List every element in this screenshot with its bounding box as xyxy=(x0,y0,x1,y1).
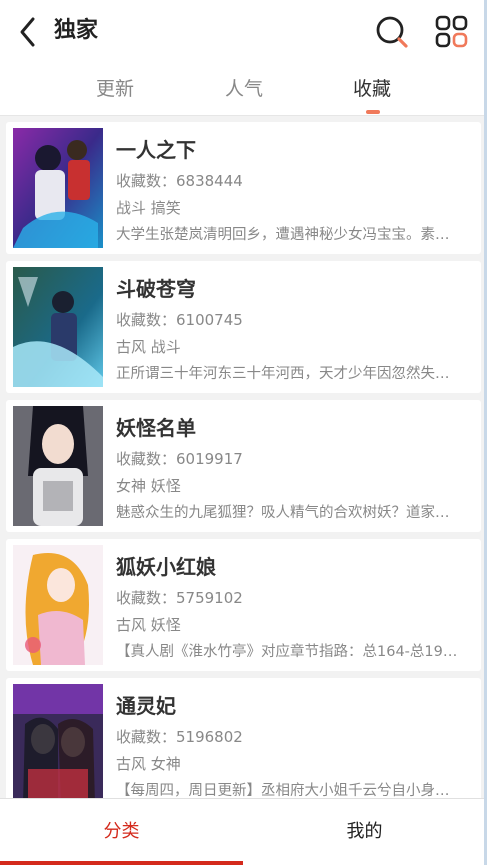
favorite-count: 收藏数：6100745 xyxy=(116,311,243,329)
favorite-count: 收藏数：5759102 xyxy=(116,589,243,607)
tab-popular[interactable]: 人气 xyxy=(204,76,284,102)
tab-updates[interactable]: 更新 xyxy=(75,76,155,102)
comic-description: 【每周四，周日更新】丞相府大小姐千云兮自小身… xyxy=(116,783,450,798)
comic-tags: 战斗 搞笑 xyxy=(116,199,181,217)
app-header: 独家 xyxy=(0,0,487,64)
comic-tags: 古风 战斗 xyxy=(116,338,181,356)
tab-favorites[interactable]: 收藏 xyxy=(332,76,412,102)
bottom-nav: 分类 我的 xyxy=(0,798,487,865)
active-nav-indicator xyxy=(0,861,243,865)
comic-tags: 古风 女神 xyxy=(116,755,181,773)
comic-title: 斗破苍穹 xyxy=(116,277,196,301)
list-item[interactable]: 妖怪名单 收藏数：6019917 女神 妖怪 魅惑众生的九尾狐狸？吸人精气的合欢… xyxy=(6,400,481,532)
comic-cover xyxy=(13,128,103,248)
grid-icon[interactable] xyxy=(434,14,470,50)
comic-title: 妖怪名单 xyxy=(116,416,196,440)
comic-title: 一人之下 xyxy=(116,138,196,162)
nav-mine[interactable]: 我的 xyxy=(243,819,486,845)
chevron-left-icon[interactable] xyxy=(14,14,44,50)
nav-category[interactable]: 分类 xyxy=(0,819,243,845)
page-title: 独家 xyxy=(54,18,99,43)
comic-description: 正所谓三十年河东三十年河西，天才少年因忽然失… xyxy=(116,366,450,382)
list-item[interactable]: 通灵妃 收藏数：5196802 古风 女神 【每周四，周日更新】丞相府大小姐千云… xyxy=(6,678,481,798)
comic-tags: 古风 妖怪 xyxy=(116,616,181,634)
comic-description: 大学生张楚岚清明回乡，遭遇神秘少女冯宝宝。素… xyxy=(116,227,450,243)
comic-cover xyxy=(13,545,103,665)
comic-title: 狐妖小红娘 xyxy=(116,555,216,579)
favorite-count: 收藏数：6838444 xyxy=(116,172,243,190)
list-item[interactable]: 一人之下 收藏数：6838444 战斗 搞笑 大学生张楚岚清明回乡，遭遇神秘少女… xyxy=(6,122,481,254)
category-tabs: 更新 人气 收藏 xyxy=(0,64,487,116)
comic-tags: 女神 妖怪 xyxy=(116,477,181,495)
list-item[interactable]: 斗破苍穹 收藏数：6100745 古风 战斗 正所谓三十年河东三十年河西，天才少… xyxy=(6,261,481,393)
favorite-count: 收藏数：6019917 xyxy=(116,450,243,468)
search-icon[interactable] xyxy=(374,14,410,50)
comic-cover xyxy=(13,267,103,387)
comic-cover xyxy=(13,684,103,798)
list-item[interactable]: 狐妖小红娘 收藏数：5759102 古风 妖怪 【真人剧《淮水竹亭》对应章节指路… xyxy=(6,539,481,671)
comic-cover xyxy=(13,406,103,526)
comic-description: 魅惑众生的九尾狐狸？吸人精气的合欢树妖？道家… xyxy=(116,505,450,521)
comic-description: 【真人剧《淮水竹亭》对应章节指路：总164-总19… xyxy=(116,644,458,660)
active-tab-indicator xyxy=(366,110,380,114)
favorite-count: 收藏数：5196802 xyxy=(116,728,243,746)
comic-list[interactable]: 一人之下 收藏数：6838444 战斗 搞笑 大学生张楚岚清明回乡，遭遇神秘少女… xyxy=(0,118,487,798)
comic-title: 通灵妃 xyxy=(116,694,176,718)
